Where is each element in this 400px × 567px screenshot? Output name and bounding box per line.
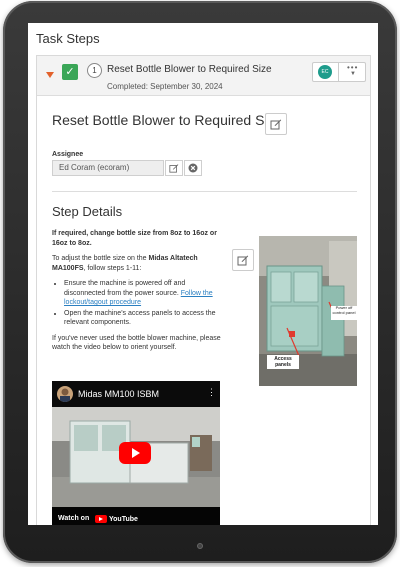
edit-icon [237, 255, 249, 266]
youtube-icon [95, 515, 107, 523]
section-divider [52, 191, 357, 192]
clear-assignee-button[interactable] [184, 160, 202, 176]
person-icon [60, 388, 70, 402]
youtube-label: YouTube [109, 515, 138, 523]
machine-photo[interactable]: Power off control panel Access panels [259, 236, 357, 386]
home-indicator [197, 543, 203, 549]
youtube-logo[interactable]: YouTube [95, 514, 138, 524]
step-detail-title: Reset Bottle Blower to Required Size [52, 112, 283, 128]
step-header[interactable]: ✓ 1 Reset Bottle Blower to Required Size… [37, 56, 370, 96]
video-player[interactable]: Midas MM100 ISBM ⋮ Watch on YouTube [52, 381, 220, 525]
instruction-text: If you've never used the bottle blower m… [52, 334, 221, 352]
edit-icon [169, 164, 179, 173]
instruction-text: , follow steps 1-11: [83, 264, 142, 272]
more-menu-button[interactable]: ••• ▼ [338, 63, 366, 81]
video-more-icon[interactable]: ⋮ [207, 387, 216, 398]
app-screen: Task Steps ✓ 1 Reset Bottle Blower to Re… [28, 23, 378, 525]
edit-assignee-button[interactable] [165, 160, 183, 176]
step-number: 1 [87, 63, 102, 78]
instruction-text: Ensure the machine is powered off and di… [64, 280, 186, 297]
video-header: Midas MM100 ISBM ⋮ [52, 381, 220, 407]
edit-details-button[interactable] [232, 249, 254, 271]
step-completed-date: Completed: September 30, 2024 [107, 82, 223, 91]
page-title: Task Steps [36, 31, 100, 46]
step-content: Reset Bottle Blower to Required Size Ass… [37, 96, 370, 525]
step-instructions: If required, change bottle size from 8oz… [52, 229, 227, 359]
assignee-field[interactable]: Ed Coram (ecoram) [52, 160, 164, 176]
step-header-controls: EC ••• ▼ [312, 62, 366, 82]
photo-label-access: Access panels [274, 356, 292, 368]
step-header-title: Reset Bottle Blower to Required Size [107, 64, 272, 75]
caret-down-icon[interactable] [46, 72, 54, 78]
channel-avatar[interactable] [57, 386, 73, 402]
video-title[interactable]: Midas MM100 ISBM [78, 389, 159, 399]
chevron-down-icon: ▼ [350, 71, 356, 77]
assignee-avatar[interactable]: EC [318, 65, 332, 79]
edit-icon [270, 119, 282, 130]
photo-label-power: Power off control panel [332, 305, 356, 315]
watch-on-label[interactable]: Watch on [58, 515, 89, 522]
instruction-list: Ensure the machine is powered off and di… [64, 279, 227, 328]
close-circle-icon [188, 163, 198, 173]
play-icon[interactable] [119, 442, 151, 464]
step-details-heading: Step Details [52, 204, 123, 219]
list-item: Open the machine's access panels to acce… [64, 309, 227, 328]
task-step-card: ✓ 1 Reset Bottle Blower to Required Size… [36, 55, 371, 525]
assignee-label: Assignee [52, 151, 84, 158]
video-footer: Watch on YouTube [52, 507, 220, 525]
list-item: Ensure the machine is powered off and di… [64, 279, 227, 308]
instruction-text: To adjust the bottle size on the [52, 255, 149, 262]
instruction-lead: If required, change bottle size from 8oz… [52, 230, 217, 247]
tablet-frame: Task Steps ✓ 1 Reset Bottle Blower to Re… [3, 1, 397, 563]
check-icon[interactable]: ✓ [62, 64, 78, 80]
edit-title-button[interactable] [265, 113, 287, 135]
